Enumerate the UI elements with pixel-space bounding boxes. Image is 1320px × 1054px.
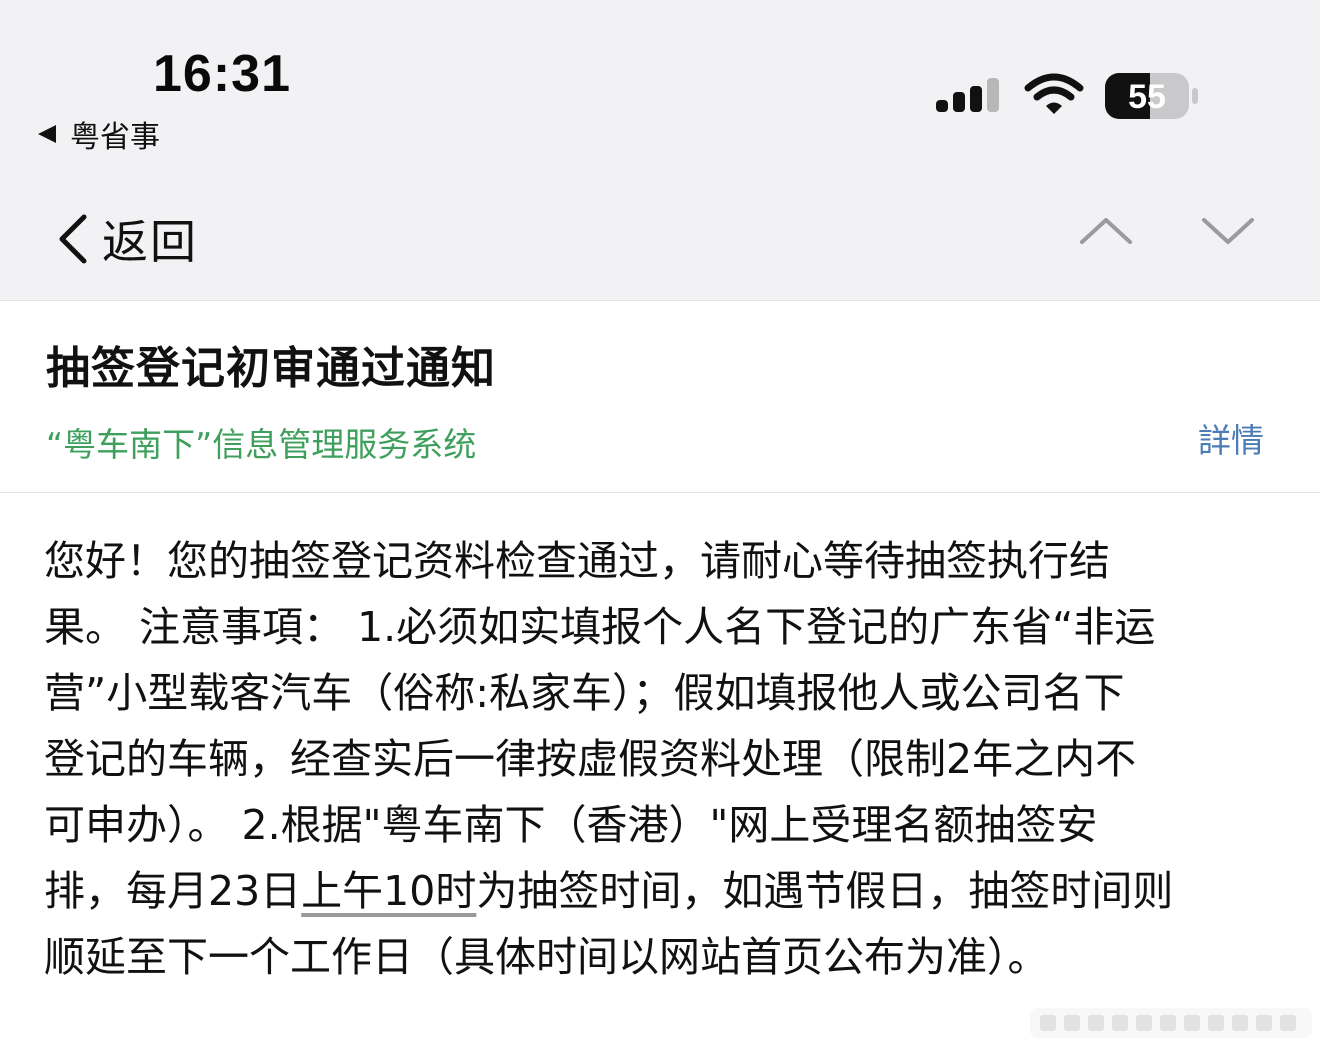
watermark-logo (1030, 1008, 1312, 1038)
back-label: 返回 (102, 215, 198, 269)
chevron-left-icon (59, 214, 87, 264)
top-bar: 16:31 粤省事 55 返回 (0, 0, 1320, 301)
back-triangle-icon (38, 125, 56, 143)
signal-icon (936, 78, 999, 112)
message-body: 您好！您的抽签登记资料检查通过，请耐心等待抽签执行结 果。 注意事項： 1.必须… (44, 528, 1284, 990)
body-line-2: 果。 注意事項： 1.必须如实填报个人名下登记的广东省“非运 (44, 603, 1156, 651)
back-button[interactable]: 返回 (56, 206, 198, 272)
body-line-1: 您好！您的抽签登记资料检查通过，请耐心等待抽签执行结 (44, 537, 1110, 585)
draw-time-link[interactable]: 上午10时 (301, 867, 476, 915)
body-line-6-end: 为抽签时间，如遇节假日，抽签时间则 (476, 867, 1174, 915)
message-sender: “粤车南下”信息管理服务系统 (46, 425, 477, 464)
status-time: 16:31 (153, 45, 291, 103)
details-link[interactable]: 詳情 (1198, 414, 1264, 462)
message-title: 抽签登记初审通过通知 (46, 343, 496, 394)
wifi-icon (1024, 73, 1084, 114)
status-back-to-app[interactable]: 粤省事 (38, 112, 160, 156)
body-line-4: 登记的车辆，经查实后一律按虚假资料处理（限制2年之内不 (44, 735, 1137, 783)
body-line-3: 营”小型载客汽车（俗称:私家车）；假如填报他人或公司名下 (44, 669, 1125, 717)
battery-level-text: 55 (1128, 78, 1166, 116)
chevron-down-icon[interactable] (1198, 212, 1258, 252)
body-line-6-start: 排，每月23日 (44, 867, 302, 915)
body-line-5: 可申办）。 2.根据"粤车南下（香港）"网上受理名额抽签安 (44, 801, 1098, 849)
status-back-app-label: 粤省事 (70, 120, 160, 155)
body-line-7: 顺延至下一个工作日（具体时间以网站首页公布为准）。 (44, 933, 1049, 981)
divider (0, 492, 1320, 493)
battery-icon: 55 (1105, 73, 1198, 119)
chevron-up-icon[interactable] (1076, 210, 1136, 250)
body-line-6: 排，每月23日上午10时为抽签时间，如遇节假日，抽签时间则 (44, 858, 1284, 924)
